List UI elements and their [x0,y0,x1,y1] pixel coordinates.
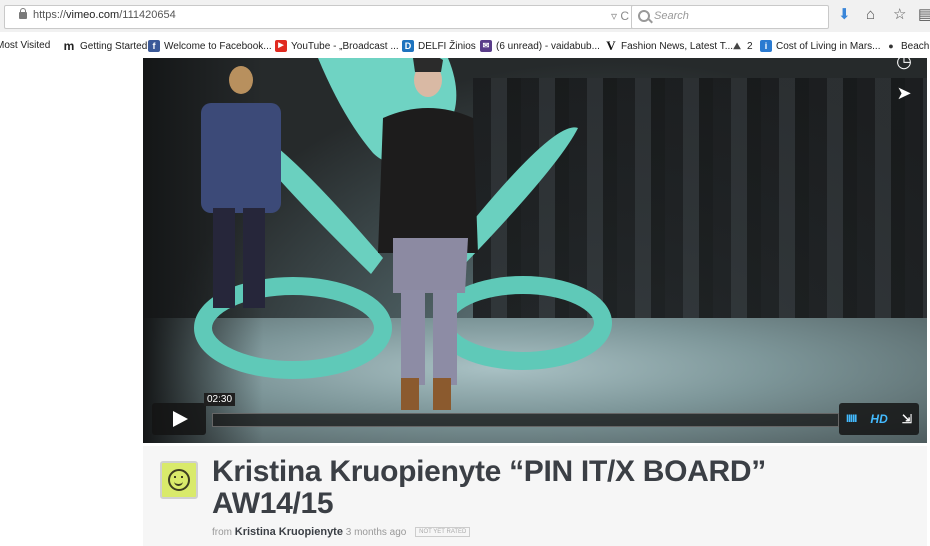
mail-icon: ✉ [480,40,492,52]
video-player[interactable]: ◷ ➤ 02:30 IIIII HD ⇲ [143,58,927,443]
timecode: 02:30 [204,393,236,406]
author-link[interactable]: Kristina Kruopienyte [235,526,343,538]
bookmark-facebook[interactable]: f Welcome to Facebook... [148,40,272,52]
info-icon: i [760,40,772,52]
bookmark-most-visited[interactable]: Most Visited [0,40,50,51]
fullscreen-icon[interactable]: ⇲ [902,412,912,426]
bookmark-fashion-news[interactable]: V Fashion News, Latest T... [605,38,733,53]
progress-bar[interactable] [212,413,839,427]
url-domain: vimeo.com [66,9,120,21]
bookmark-cost-of-living[interactable]: i Cost of Living in Mars... [760,40,880,52]
video-frame-image [194,58,612,410]
search-box[interactable]: Search [631,5,829,29]
bookmark-getting-started[interactable]: m Getting Started [62,39,148,53]
bookmark-beach[interactable]: ● Beach [885,40,929,52]
bookmarks-bar: Most Visited m Getting Started f Welcome t… [0,37,930,57]
car-icon: ⛰ [733,41,741,51]
youtube-icon: ▶ [275,40,287,52]
v-logo-icon: V [606,38,616,53]
url-text[interactable]: https://vimeo.com/111420654 [33,9,176,21]
search-placeholder: Search [654,10,689,22]
browser-toolbar: https://vimeo.com/111420654 ▿ C Search ⬇… [0,0,930,32]
download-icon[interactable]: ⬇ [838,7,851,23]
avatar[interactable] [160,461,198,499]
home-icon[interactable]: ⌂ [866,7,875,23]
watch-later-icon[interactable]: ◷ [893,58,915,72]
lock-icon [19,8,27,19]
delfi-icon: D [402,40,414,52]
m-logo-icon: m [63,39,75,53]
video-info: Kristina Kruopienyte “PIN IT/X BOARD” AW… [143,446,927,546]
player-right-controls: IIIII HD ⇲ [839,403,919,435]
bookmark-delfi[interactable]: D DELFI Žinios [402,40,476,52]
video-title: Kristina Kruopienyte “PIN IT/X BOARD” AW… [212,455,766,520]
byline: from Kristina Kruopienyte 3 months ago N… [212,526,471,538]
upload-time: 3 months ago [345,527,407,538]
player-controls: 02:30 IIIII HD ⇲ [152,393,919,435]
url-path: /111420654 [119,9,176,21]
bookmark-youtube[interactable]: ▶ YouTube - „Broadcast ... [275,40,399,52]
url-actions: ▿ C [611,9,629,23]
from-label: from [212,527,232,538]
facebook-icon: f [148,40,160,52]
bookmark-mail[interactable]: ✉ (6 unread) - vaidabub... [480,40,600,52]
bookmarks-menu-icon[interactable]: ▤ [918,7,930,23]
rating-badge[interactable]: NOT YET RATED [415,527,471,538]
reload-icon[interactable]: C [620,9,629,23]
smiley-icon [168,469,190,491]
hd-toggle[interactable]: HD [870,412,887,426]
play-button[interactable] [152,403,206,435]
bookmark-star-icon[interactable]: ☆ [893,7,906,23]
share-icon[interactable]: ➤ [893,82,915,104]
search-icon [638,10,650,22]
address-bar[interactable]: https://vimeo.com/111420654 ▿ C [4,5,636,29]
bookmark-car[interactable]: ⛰ 2 [731,40,752,52]
volume-icon[interactable]: IIIII [846,413,857,425]
dropdown-arrow-icon[interactable]: ▿ [611,9,617,23]
beach-icon: ● [888,41,894,51]
url-prefix: https:// [33,9,67,21]
